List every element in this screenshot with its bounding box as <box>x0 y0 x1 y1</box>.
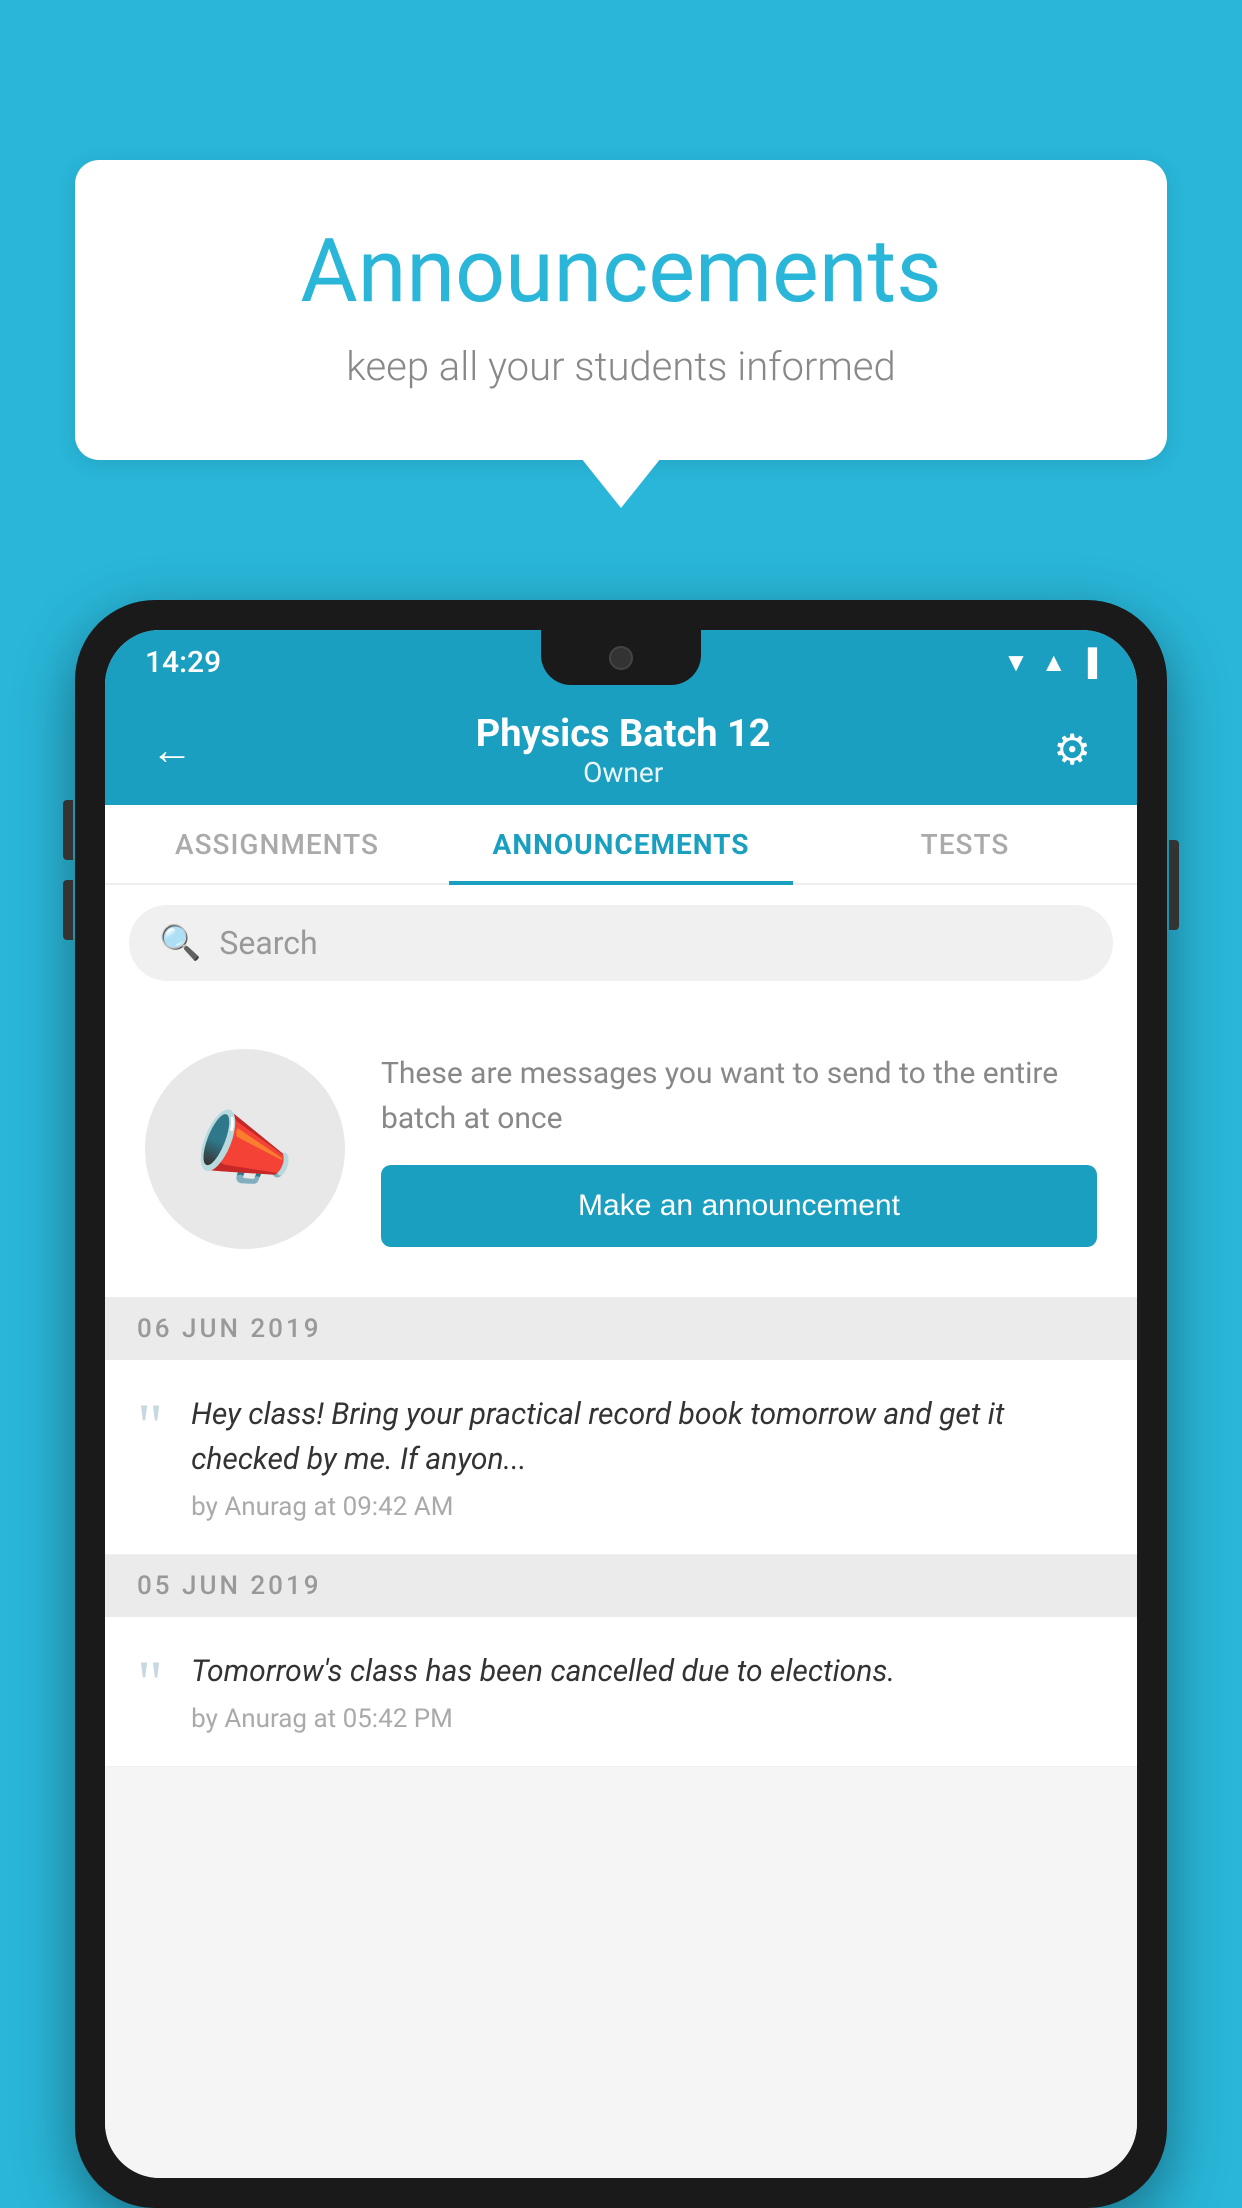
announcement-meta-1: by Anurag at 09:42 AM <box>191 1492 1105 1522</box>
app-bar-subtitle: Owner <box>476 756 771 789</box>
phone-outer: 14:29 ▼ ▲ ▐ ← Physics Batch 12 Owner ⚙ <box>75 600 1167 2208</box>
speech-bubble-container: Announcements keep all your students inf… <box>75 160 1167 460</box>
date-separator-2: 05 JUN 2019 <box>105 1555 1137 1617</box>
search-placeholder: Search <box>219 924 317 962</box>
promo-description: These are messages you want to send to t… <box>381 1051 1097 1141</box>
make-announcement-button[interactable]: Make an announcement <box>381 1165 1097 1247</box>
phone-notch <box>541 630 701 685</box>
app-bar: ← Physics Batch 12 Owner ⚙ <box>105 695 1137 805</box>
promo-content: These are messages you want to send to t… <box>381 1051 1097 1247</box>
volume-up-button[interactable] <box>63 800 73 860</box>
announcement-text-1: Hey class! Bring your practical record b… <box>191 1392 1105 1482</box>
back-button[interactable]: ← <box>141 716 203 785</box>
speech-bubble: Announcements keep all your students inf… <box>75 160 1167 460</box>
tab-assignments[interactable]: ASSIGNMENTS <box>105 805 449 883</box>
quote-icon-2: " <box>137 1657 163 1708</box>
volume-down-button[interactable] <box>63 880 73 940</box>
announcement-meta-2: by Anurag at 05:42 PM <box>191 1704 1105 1734</box>
phone-screen: 14:29 ▼ ▲ ▐ ← Physics Batch 12 Owner ⚙ <box>105 630 1137 2178</box>
content-area: 🔍 Search 📣 These are messages you want t… <box>105 885 1137 2178</box>
tab-announcements[interactable]: ANNOUNCEMENTS <box>449 805 793 883</box>
promo-icon-circle: 📣 <box>145 1049 345 1249</box>
bubble-subtitle: keep all your students informed <box>155 343 1087 390</box>
status-icons: ▼ ▲ ▐ <box>1003 647 1097 678</box>
signal-icon: ▲ <box>1041 647 1067 678</box>
phone-wrapper: 14:29 ▼ ▲ ▐ ← Physics Batch 12 Owner ⚙ <box>75 600 1167 2208</box>
settings-button[interactable]: ⚙ <box>1043 715 1101 785</box>
megaphone-icon: 📣 <box>195 1102 295 1196</box>
tabs-bar: ASSIGNMENTS ANNOUNCEMENTS TESTS <box>105 805 1137 885</box>
search-bar[interactable]: 🔍 Search <box>129 905 1113 981</box>
announcement-content-1: Hey class! Bring your practical record b… <box>191 1392 1105 1522</box>
quote-icon-1: " <box>137 1400 163 1451</box>
announcement-content-2: Tomorrow's class has been cancelled due … <box>191 1649 1105 1734</box>
status-time: 14:29 <box>145 645 221 680</box>
camera-dot <box>609 646 633 670</box>
app-bar-title: Physics Batch 12 <box>476 712 771 756</box>
search-container: 🔍 Search <box>105 885 1137 1001</box>
battery-icon: ▐ <box>1079 647 1097 678</box>
announcement-item-2[interactable]: " Tomorrow's class has been cancelled du… <box>105 1617 1137 1767</box>
announcement-text-2: Tomorrow's class has been cancelled due … <box>191 1649 1105 1694</box>
promo-card: 📣 These are messages you want to send to… <box>105 1001 1137 1298</box>
bubble-title: Announcements <box>155 220 1087 323</box>
app-bar-center: Physics Batch 12 Owner <box>476 712 771 789</box>
date-separator-1: 06 JUN 2019 <box>105 1298 1137 1360</box>
wifi-icon: ▼ <box>1003 647 1029 678</box>
power-button[interactable] <box>1169 840 1179 930</box>
search-icon: 🔍 <box>159 923 201 963</box>
tab-tests[interactable]: TESTS <box>793 805 1137 883</box>
announcement-item-1[interactable]: " Hey class! Bring your practical record… <box>105 1360 1137 1555</box>
